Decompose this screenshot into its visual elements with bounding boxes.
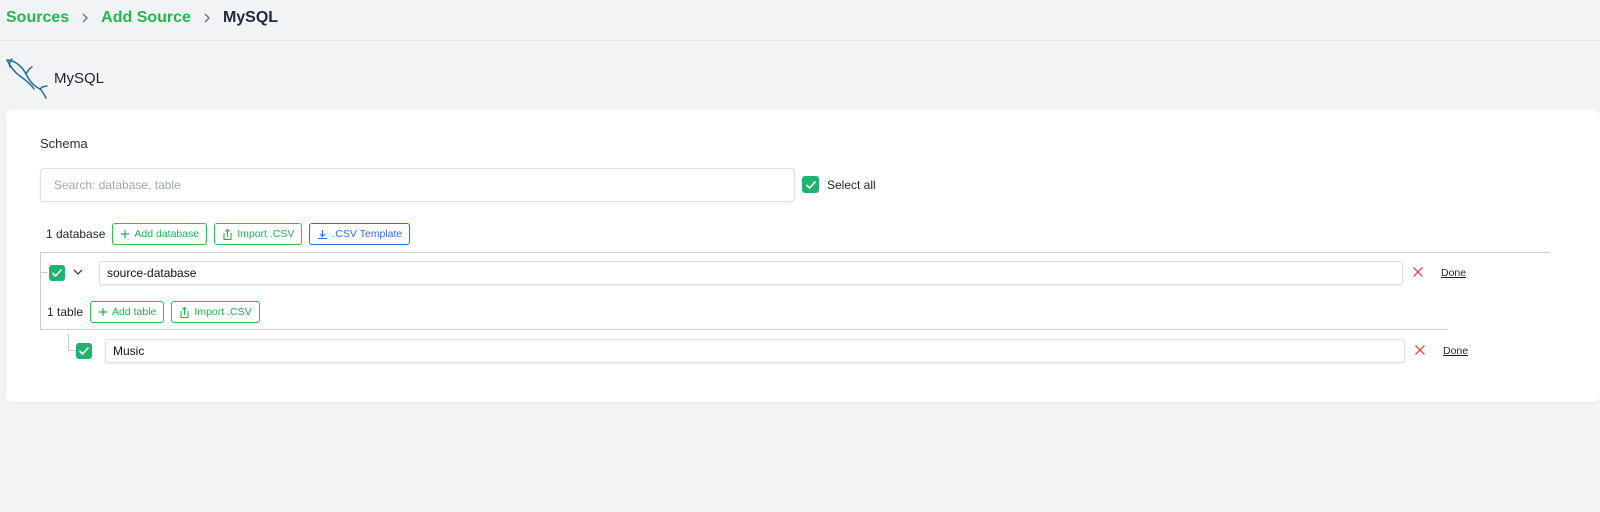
import-csv-button[interactable]: Import .CSV [214,223,303,245]
close-icon[interactable] [1414,344,1426,356]
checkmark-icon [78,346,90,356]
chevron-right-icon [202,12,212,24]
chevron-down-icon[interactable] [72,266,84,278]
checkmark-icon [805,180,816,189]
tree-connector [40,329,1448,330]
close-icon[interactable] [1412,266,1424,278]
tree-connector [40,252,41,330]
add-table-label: Add table [112,306,157,318]
csv-template-label: .CSV Template [332,228,403,240]
select-all-label: Select all [827,177,876,192]
plus-icon [120,229,130,239]
schema-card: Schema Select all 1 database Add databas… [6,110,1600,402]
add-table-button[interactable]: Add table [90,301,165,323]
chevron-right-icon [80,12,90,24]
source-header: MySQL [4,56,104,100]
tree-connector [68,334,76,351]
breadcrumb: Sources Add Source MySQL [6,6,278,30]
plus-icon [98,307,108,317]
database-toolbar: 1 database Add database Import .CSV .CSV… [46,223,417,245]
add-database-button[interactable]: Add database [112,223,208,245]
database-done-link[interactable]: Done [1441,267,1466,279]
tree-connector [40,272,48,273]
database-name-input[interactable] [99,261,1403,285]
table-import-csv-label: Import .CSV [194,306,252,318]
select-all-checkbox[interactable] [802,176,819,193]
import-csv-label: Import .CSV [237,228,295,240]
upload-file-icon [222,228,233,241]
upload-file-icon [179,306,190,319]
header-divider [0,40,1600,41]
database-count: 1 database [46,227,106,241]
table-name-input[interactable] [105,339,1405,363]
table-checkbox[interactable] [76,343,92,361]
select-all-control[interactable]: Select all [802,176,876,193]
add-database-label: Add database [134,228,200,240]
table-done-link[interactable]: Done [1443,345,1468,357]
csv-template-button[interactable]: .CSV Template [309,223,411,245]
download-icon [317,229,328,240]
breadcrumb-current: MySQL [222,9,279,26]
tree-connector [40,252,1550,253]
checkmark-icon [51,268,63,278]
table-toolbar: 1 table Add table Import .CSV [47,301,267,323]
breadcrumb-add-source-link[interactable]: Add Source [101,9,191,27]
mysql-dolphin-icon [4,56,50,100]
breadcrumb-sources-link[interactable]: Sources [6,9,69,27]
table-count: 1 table [47,305,84,319]
database-checkbox[interactable] [49,265,65,283]
schema-search-input[interactable] [40,168,795,202]
schema-label: Schema [40,136,88,151]
table-import-csv-button[interactable]: Import .CSV [171,301,260,323]
source-title: MySQL [54,69,105,87]
